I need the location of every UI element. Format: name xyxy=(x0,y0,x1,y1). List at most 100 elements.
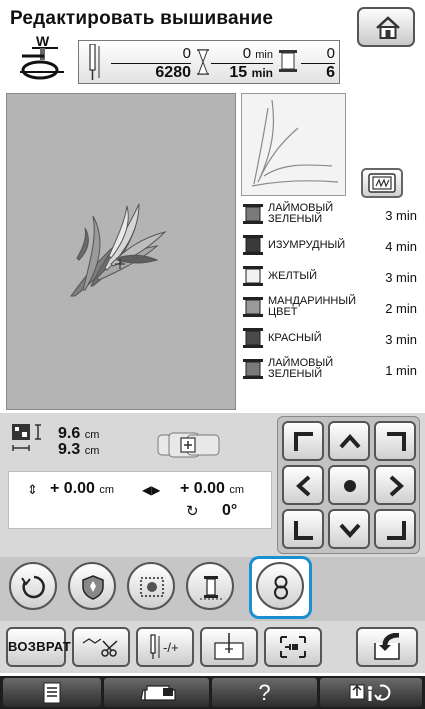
design-height: 9.3 cm xyxy=(58,441,99,459)
thread-spool-icon xyxy=(243,235,263,255)
vertical-offset-unit: cm xyxy=(99,484,115,496)
home-icon xyxy=(376,16,400,39)
tab-document[interactable] xyxy=(3,678,101,707)
vertical-offset: + 0.00 cm xyxy=(50,480,114,498)
thread-color-time: 3 min xyxy=(385,332,417,347)
arrow-right-icon xyxy=(389,475,404,497)
design-width-unit: cm xyxy=(84,429,100,441)
needle-icon xyxy=(89,44,100,80)
tab-machine[interactable] xyxy=(104,678,209,707)
rotate-icon xyxy=(21,575,45,599)
thread-color-row-1[interactable]: ЛАЙМОВЫЙ ЗЕЛЕНЫЙ 3 min xyxy=(241,199,419,230)
horizontal-offset-value: + 0.00 xyxy=(180,480,225,497)
move-right-button[interactable] xyxy=(374,465,416,505)
arrow-up-right-icon xyxy=(387,432,406,451)
stitch-step-button[interactable]: -/+ xyxy=(136,627,194,667)
stitch-current: 0 xyxy=(182,45,191,62)
frame-icon xyxy=(368,173,396,193)
center-dot-icon xyxy=(344,480,356,492)
thread-color-row-4[interactable]: МАНДАРИННЫЙ ЦВЕТ 2 min xyxy=(241,292,419,323)
thread-color-time: 3 min xyxy=(385,270,417,285)
vertical-offset-value: + 0.00 xyxy=(50,480,95,497)
sewing-machine-icon xyxy=(139,684,176,701)
vertical-offset-icon: ⇕ xyxy=(27,482,38,497)
thread-color-button[interactable] xyxy=(186,562,234,610)
time-total-unit: min xyxy=(251,66,273,80)
home-button[interactable] xyxy=(357,7,415,47)
arrow-down-left-icon xyxy=(294,521,313,540)
thread-spool-icon xyxy=(243,204,263,224)
thread-color-list[interactable]: ЛАЙМОВЫЙ ЗЕЛЕНЫЙ 3 min ИЗУМРУДНЫЙ 4 min … xyxy=(241,199,419,385)
thread-color-name: МАНДАРИННЫЙ ЦВЕТ xyxy=(268,295,357,318)
thread-color-row-2[interactable]: ИЗУМРУДНЫЙ 4 min xyxy=(241,230,419,261)
return-button[interactable]: ВОЗВРАТ xyxy=(6,627,72,667)
applique-button[interactable] xyxy=(127,562,175,610)
horizontal-offset-icon: ◀▶ xyxy=(142,483,161,497)
presser-foot-icon: W xyxy=(14,32,70,82)
return-label: ВОЗВРАТ xyxy=(8,639,72,654)
thread-color-name: ИЗУМРУДНЫЙ xyxy=(268,239,346,251)
preview-toggle-icon[interactable] xyxy=(157,432,221,458)
move-up-button[interactable] xyxy=(328,421,370,461)
arrow-up-icon xyxy=(339,434,361,449)
settings-icon xyxy=(349,684,391,701)
svg-text:-/+: -/+ xyxy=(163,640,179,655)
design-width-value: 9.6 xyxy=(58,425,81,442)
stitch-total: 6280 xyxy=(111,63,191,82)
thread-color-time: 2 min xyxy=(385,301,417,316)
arrow-down-icon xyxy=(339,523,361,538)
embroidery-frame-button[interactable] xyxy=(361,168,403,198)
thread-color-name: ЖЕЛТЫЙ xyxy=(268,270,318,282)
thread-spool-icon xyxy=(200,576,222,600)
thread-spool-icon xyxy=(243,266,263,286)
starting-point-button[interactable] xyxy=(200,627,258,667)
thread-spool-icon xyxy=(243,328,263,348)
thread-spool-icon xyxy=(279,50,297,72)
border-button[interactable] xyxy=(68,562,116,610)
move-down-left-button[interactable] xyxy=(282,509,324,549)
trial-button[interactable] xyxy=(264,627,322,667)
trial-frame-icon xyxy=(280,636,306,658)
rotation-icon: ↻ xyxy=(186,503,199,520)
needle-step-icon: -/+ xyxy=(150,634,179,659)
thread-color-row-5[interactable]: КРАСНЫЙ 3 min xyxy=(241,323,419,354)
back-button[interactable] xyxy=(356,627,418,667)
scissors-icon xyxy=(82,638,118,657)
applique-icon xyxy=(140,577,164,597)
move-up-right-button[interactable] xyxy=(374,421,416,461)
document-icon xyxy=(43,682,61,703)
tab-settings[interactable] xyxy=(320,678,422,707)
thread-color-time: 3 min xyxy=(385,208,417,223)
back-arrow-icon xyxy=(374,633,400,660)
design-thumbnail xyxy=(241,93,346,196)
time-total-value: 15 xyxy=(229,64,248,81)
thread-color-time: 4 min xyxy=(385,239,417,254)
thread-color-row-6[interactable]: ЛАЙМОВЫЙ ЗЕЛЕНЫЙ 1 min xyxy=(241,354,419,385)
page-title: Редактировать вышивание xyxy=(10,8,274,29)
time-total: 15 min xyxy=(211,63,273,82)
move-down-button[interactable] xyxy=(328,509,370,549)
thread-color-time: 1 min xyxy=(385,363,417,378)
presser-foot-letter: W xyxy=(36,33,50,49)
time-current-unit: min xyxy=(255,49,273,61)
arrow-up-left-icon xyxy=(294,432,313,451)
color-current: 0 xyxy=(326,45,335,62)
embroidery-preview[interactable] xyxy=(6,93,236,410)
design-height-unit: cm xyxy=(84,445,100,457)
arrow-down-right-icon xyxy=(387,521,406,540)
move-left-button[interactable] xyxy=(282,465,324,505)
time-current-value: 0 xyxy=(242,45,252,62)
rotation-angle: 0° xyxy=(222,502,238,519)
shield-icon xyxy=(82,575,104,600)
move-center-button[interactable] xyxy=(328,465,370,505)
repeat-button[interactable] xyxy=(256,562,304,610)
needle-position-icon xyxy=(214,633,244,660)
thread-color-row-3[interactable]: ЖЕЛТЫЙ 3 min xyxy=(241,261,419,292)
thread-spool-icon xyxy=(243,359,263,379)
move-down-right-button[interactable] xyxy=(374,509,416,549)
move-up-left-button[interactable] xyxy=(282,421,324,461)
tab-help[interactable]: ? xyxy=(212,678,317,707)
color-total: 6 xyxy=(301,63,335,82)
rotate-button[interactable] xyxy=(9,562,57,610)
jump-stitch-cut-button[interactable] xyxy=(72,627,130,667)
